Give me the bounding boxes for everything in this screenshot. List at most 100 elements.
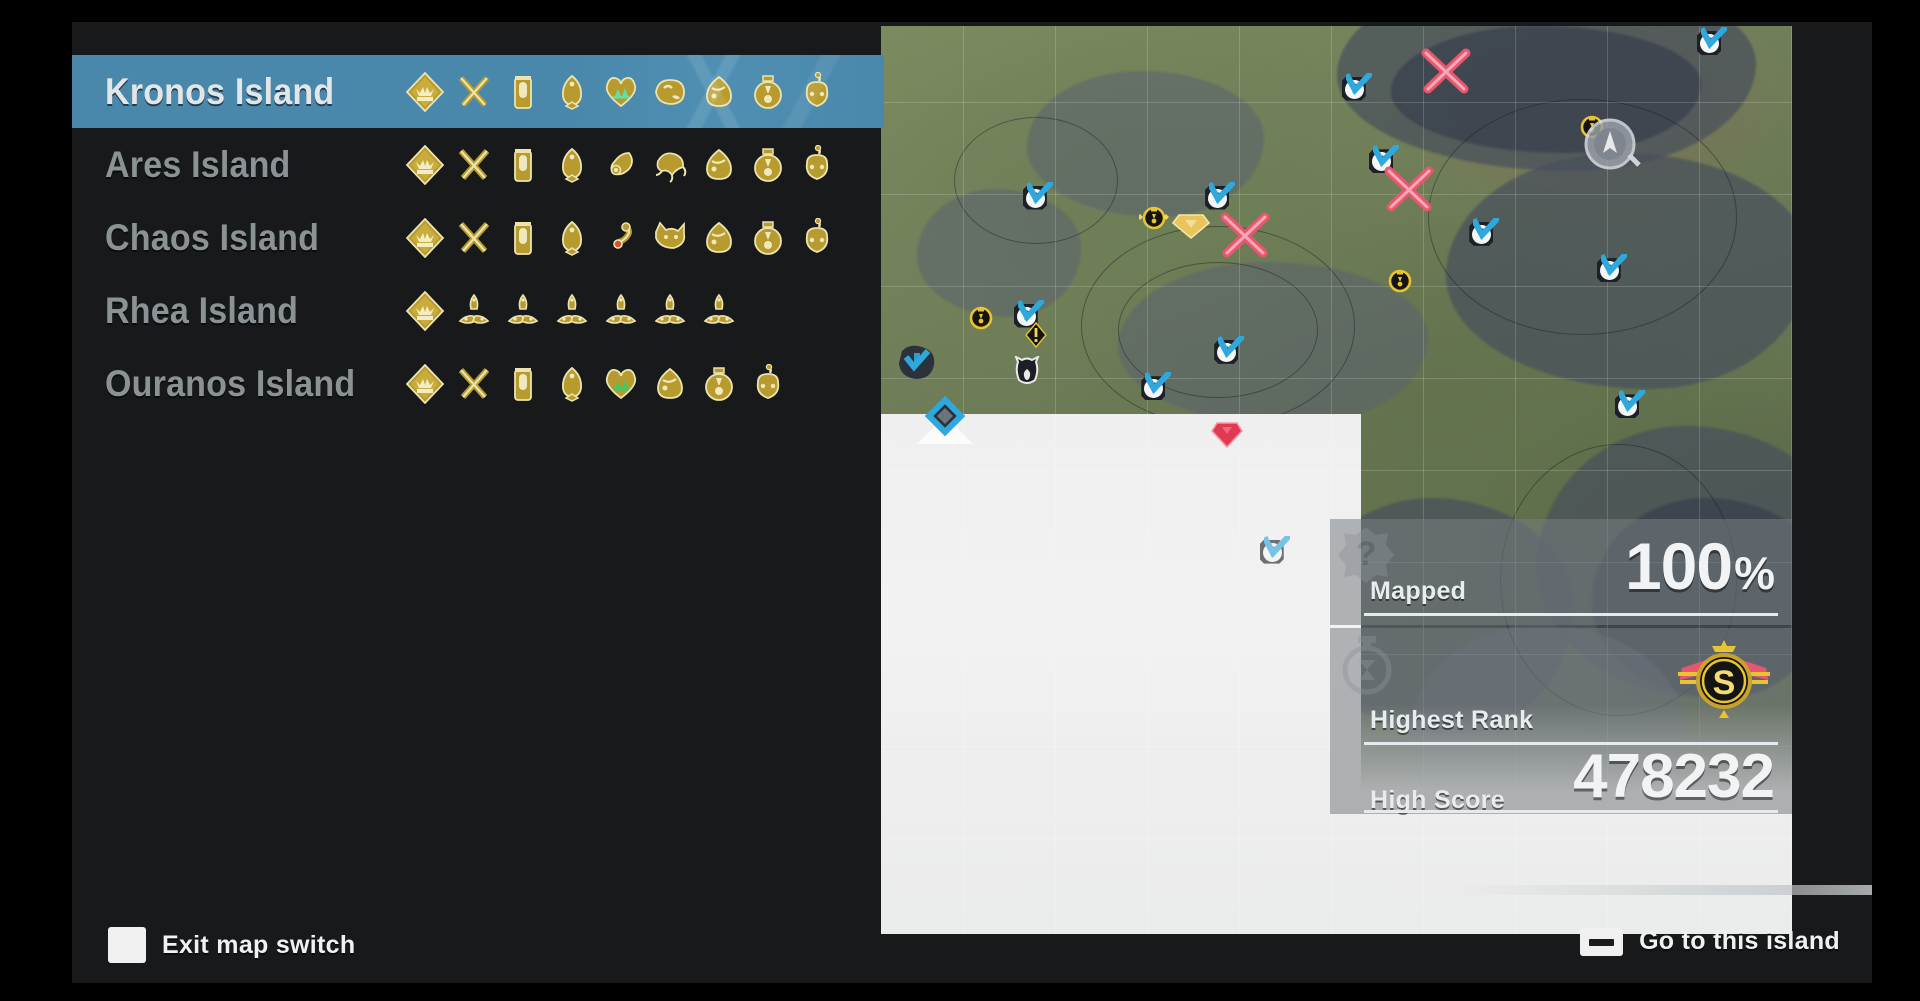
crossed-swords-icon (454, 364, 494, 404)
quest-marker[interactable]: ? (1695, 27, 1727, 59)
fish-icon (552, 145, 592, 185)
trefoil-icon (454, 291, 494, 331)
green-heart-icon (601, 72, 641, 112)
egg-icon (650, 364, 690, 404)
crossed-swords-icon (454, 72, 494, 112)
critter-icon (797, 71, 837, 112)
crossed-swords-marker[interactable] (1217, 209, 1273, 261)
island-name: Ares Island (105, 143, 291, 185)
tadpole-icon (601, 218, 641, 258)
treasure-marker[interactable] (966, 302, 996, 332)
letterbox-top (0, 0, 1920, 22)
quest-marker[interactable]: ? (1139, 372, 1172, 404)
island-list: Kronos Island Ares Island Chaos Island R… (72, 55, 884, 420)
letterbox-left (0, 0, 72, 1001)
crossed-swords-marker[interactable] (1381, 163, 1437, 215)
arena-marker[interactable] (1579, 113, 1641, 175)
letterbox-right (1872, 0, 1920, 1001)
trefoil-icon (650, 291, 690, 331)
mapped-number: 100 (1624, 529, 1733, 603)
tower-icon (503, 364, 543, 404)
lantern-icon (748, 72, 788, 112)
island-icon-set (405, 144, 927, 185)
lantern-icon (748, 218, 788, 258)
exit-map-switch-button[interactable]: Exit map switch (108, 927, 355, 963)
crown-diamond-icon (405, 217, 445, 258)
crossed-swords-icon (454, 218, 494, 258)
lantern-icon (699, 364, 739, 404)
island-name: Chaos Island (105, 216, 320, 258)
island-row-chaos[interactable]: Chaos Island (72, 201, 884, 274)
highest-rank-label: Highest Rank (1370, 706, 1534, 734)
trefoil-icon (552, 291, 592, 331)
ruby-marker[interactable] (1210, 420, 1244, 450)
tower-icon (503, 72, 543, 112)
island-row-ares[interactable]: Ares Island (72, 128, 884, 201)
quest-marker[interactable]: ? (1021, 181, 1053, 214)
crossed-swords-icon (454, 145, 494, 185)
high-score-value: 478232 (1573, 742, 1775, 811)
game-screen: ? ? ? ? ? ? ? ? ? ? ? ? ? Mapped 100% S … (0, 0, 1920, 1001)
island-icon-set (405, 363, 928, 404)
warning-marker[interactable] (1024, 321, 1048, 349)
svg-text:S: S (1713, 664, 1736, 702)
critter-icon (797, 144, 837, 185)
treasure-marker[interactable] (1137, 202, 1170, 232)
rank-score-block: S Highest Rank 478232 High Score (1330, 628, 1792, 814)
crown-diamond-icon (405, 290, 445, 331)
island-icon-set (405, 217, 927, 258)
wide-key-icon (1580, 927, 1624, 956)
crown-diamond-icon (405, 71, 445, 112)
island-name: Ouranos Island (105, 362, 356, 404)
tower-icon (503, 218, 543, 258)
egg-icon (699, 145, 739, 185)
boss-marker[interactable] (1013, 354, 1040, 386)
green-heart-icon (601, 364, 641, 404)
critter-icon (748, 363, 788, 404)
gem-marker[interactable] (1171, 212, 1211, 240)
fish-icon (552, 218, 592, 258)
island-row-kronos[interactable]: Kronos Island (72, 55, 884, 128)
quest-marker[interactable]: ? (1467, 217, 1500, 250)
mapped-label: Mapped (1370, 577, 1467, 605)
mapped-stat-block: ? Mapped 100% (1330, 519, 1792, 625)
trefoil-icon (699, 291, 739, 331)
fish-icon (552, 72, 592, 112)
gourd-icon (601, 145, 641, 185)
square-key-icon (108, 927, 146, 963)
critter-icon (797, 217, 837, 258)
bottom-action-bar: Exit map switch Go to this island (0, 885, 1920, 983)
fox-icon (650, 218, 690, 258)
lantern-icon (748, 145, 788, 185)
crossed-swords-marker[interactable] (1418, 45, 1474, 97)
island-name: Kronos Island (105, 70, 335, 112)
quest-marker[interactable]: ? (1613, 390, 1646, 422)
go-to-island-label: Go to this island (1639, 927, 1840, 955)
mapped-value: 100% (1625, 533, 1775, 599)
quest-marker[interactable]: ? (1595, 254, 1627, 286)
quest-marker[interactable]: ? (1340, 72, 1372, 105)
fish-icon (552, 364, 592, 404)
island-row-ouranos[interactable]: Ouranos Island (72, 347, 884, 420)
go-to-island-button[interactable]: Go to this island (1580, 927, 1840, 956)
island-row-rhea[interactable]: Rhea Island (72, 274, 884, 347)
tower-icon (503, 145, 543, 185)
quest-marker[interactable]: ? (1212, 335, 1245, 368)
egg-icon (699, 72, 739, 112)
island-icon-set (405, 290, 954, 331)
svg-text:?: ? (1356, 535, 1377, 573)
egg-icon (699, 218, 739, 258)
beast-icon (650, 72, 690, 112)
quest-marker[interactable]: ? (1258, 535, 1290, 568)
mapped-underline (1364, 613, 1778, 616)
high-score-underline (1364, 810, 1778, 813)
bottom-bar-sheen (1452, 885, 1872, 895)
island-name: Rhea Island (105, 289, 299, 331)
octopus-icon (650, 145, 690, 185)
rank-medal-icon: S (1676, 634, 1772, 724)
trefoil-icon (503, 291, 543, 331)
mapped-unit: % (1734, 547, 1775, 599)
treasure-marker[interactable] (1385, 265, 1415, 295)
letterbox-bottom (0, 983, 1920, 1001)
crown-diamond-icon (405, 144, 445, 185)
